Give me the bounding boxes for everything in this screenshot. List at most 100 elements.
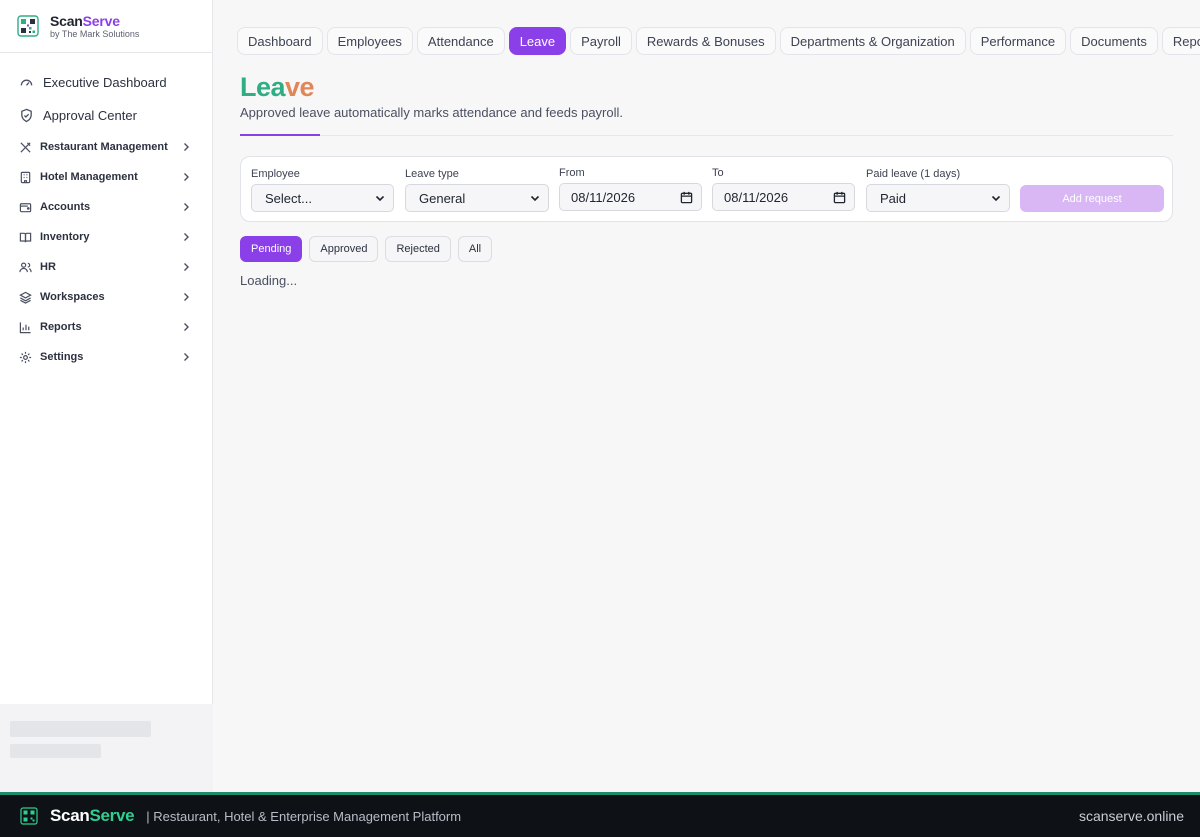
leave-type-field-group: Leave type General [405, 167, 549, 212]
footer: ScanServe | Restaurant, Hotel & Enterpri… [0, 792, 1200, 837]
to-label: To [712, 167, 724, 179]
title-accent-underline [240, 134, 320, 136]
tab-dashboard[interactable]: Dashboard [237, 27, 323, 55]
tab-performance[interactable]: Performance [969, 27, 1067, 55]
footer-tagline: | Restaurant, Hotel & Enterprise Managem… [146, 808, 462, 824]
sidebar-item-settings[interactable]: Settings [0, 342, 212, 372]
chevron-down-icon [991, 195, 1001, 202]
skeleton-line [10, 721, 151, 737]
sidebar-item-label: Approval Center [43, 108, 137, 123]
leave-type-select[interactable]: General [405, 184, 549, 212]
main-content: Dashboard Employees Attendance Leave Pay… [213, 0, 1200, 792]
from-date-input[interactable]: 08/11/2026 [559, 183, 702, 211]
brand-subtitle: by The Mark Solutions [50, 28, 140, 39]
skeleton-line [10, 744, 101, 758]
utensils-icon [20, 141, 31, 153]
footer-domain-link[interactable]: scanserve.online [1079, 808, 1184, 824]
tab-leave[interactable]: Leave [508, 27, 567, 55]
employee-select-value: Select... [265, 190, 312, 206]
paid-leave-select[interactable]: Paid [866, 184, 1010, 212]
filter-rejected[interactable]: Rejected [385, 236, 451, 262]
add-request-button[interactable]: Add request [1020, 185, 1164, 212]
leave-type-label: Leave type [405, 168, 459, 180]
page-title: Leave [240, 72, 315, 102]
paid-leave-label: Paid leave (1 days) [866, 168, 961, 180]
employee-field-group: Employee Select... [251, 167, 394, 212]
page-subtitle: Approved leave automatically marks atten… [240, 105, 623, 120]
layers-icon [19, 291, 32, 304]
sidebar-user-skeleton [0, 704, 213, 792]
sidebar-item-reports[interactable]: Reports [0, 312, 212, 342]
divider [240, 135, 1173, 136]
sidebar-item-hotel-management[interactable]: Hotel Management [0, 162, 212, 192]
chevron-right-icon [184, 233, 189, 241]
calendar-icon[interactable] [833, 191, 846, 204]
employee-select[interactable]: Select... [251, 184, 394, 212]
chevron-down-icon [375, 195, 385, 202]
wallet-icon [19, 202, 32, 212]
calendar-icon[interactable] [680, 191, 693, 204]
from-field-group: From 08/11/2026 [559, 166, 702, 211]
sidebar-nav: Executive Dashboard Approval Center Rest… [0, 53, 212, 372]
qr-logo-icon [20, 807, 38, 825]
filter-all[interactable]: All [457, 236, 493, 262]
shield-check-icon [21, 108, 32, 123]
sidebar-item-label: Workspaces [40, 291, 105, 303]
bar-chart-icon [19, 321, 31, 333]
paid-leave-select-value: Paid [880, 190, 907, 206]
sidebar: ScanServe by The Mark Solutions Executiv… [0, 0, 213, 704]
tab-attendance[interactable]: Attendance [416, 27, 505, 55]
sidebar-item-label: Settings [40, 351, 84, 363]
brand-name: ScanServe [50, 12, 120, 29]
to-field-group: To 08/11/2026 [712, 166, 855, 211]
employee-label: Employee [251, 168, 300, 180]
filter-pending[interactable]: Pending [240, 236, 303, 262]
tab-employees[interactable]: Employees [326, 27, 413, 55]
chevron-right-icon [184, 173, 189, 181]
tab-departments-organization[interactable]: Departments & Organization [779, 27, 966, 55]
from-date-value: 08/11/2026 [571, 189, 636, 205]
chevron-right-icon [184, 353, 189, 361]
filter-approved[interactable]: Approved [309, 236, 379, 262]
gear-icon [19, 351, 32, 363]
module-tabs: Dashboard Employees Attendance Leave Pay… [237, 27, 1200, 55]
brand-header[interactable]: ScanServe by The Mark Solutions [0, 0, 212, 53]
chevron-right-icon [184, 293, 189, 301]
sidebar-item-label: Hotel Management [40, 171, 138, 183]
tab-payroll[interactable]: Payroll [570, 27, 632, 55]
from-label: From [559, 167, 585, 179]
leave-request-form: Employee Select... Leave type General Fr… [240, 156, 1173, 222]
tab-documents[interactable]: Documents [1070, 27, 1158, 55]
sidebar-item-label: Restaurant Management [40, 141, 168, 153]
to-date-input[interactable]: 08/11/2026 [712, 183, 855, 211]
sidebar-item-hr[interactable]: HR [0, 252, 212, 282]
loading-text: Loading... [240, 273, 298, 288]
sidebar-item-label: Accounts [40, 201, 91, 213]
footer-brand: ScanServe [50, 806, 135, 825]
sidebar-item-label: HR [40, 261, 56, 273]
book-icon [19, 232, 32, 242]
sidebar-item-accounts[interactable]: Accounts [0, 192, 212, 222]
qr-logo-icon [17, 15, 39, 37]
leave-type-select-value: General [419, 190, 466, 206]
chevron-right-icon [184, 203, 189, 211]
users-icon [19, 262, 32, 272]
chevron-right-icon [184, 263, 189, 271]
tab-rewards-bonuses[interactable]: Rewards & Bonuses [635, 27, 776, 55]
sidebar-item-restaurant-management[interactable]: Restaurant Management [0, 132, 212, 162]
chevron-right-icon [184, 323, 189, 331]
status-filters: Pending Approved Rejected All [240, 236, 493, 262]
sidebar-item-label: Executive Dashboard [43, 75, 167, 90]
sidebar-item-label: Inventory [40, 231, 90, 243]
dashboard-gauge-icon [20, 79, 33, 86]
sidebar-item-inventory[interactable]: Inventory [0, 222, 212, 252]
chevron-down-icon [530, 195, 540, 202]
sidebar-item-workspaces[interactable]: Workspaces [0, 282, 212, 312]
building-icon [20, 171, 31, 183]
sidebar-item-executive-dashboard[interactable]: Executive Dashboard [0, 66, 212, 99]
paid-leave-field-group: Paid leave (1 days) Paid [866, 167, 1010, 212]
tab-reports[interactable]: Reports [1161, 27, 1200, 55]
sidebar-item-approval-center[interactable]: Approval Center [0, 99, 212, 132]
chevron-right-icon [184, 143, 189, 151]
to-date-value: 08/11/2026 [724, 189, 789, 205]
